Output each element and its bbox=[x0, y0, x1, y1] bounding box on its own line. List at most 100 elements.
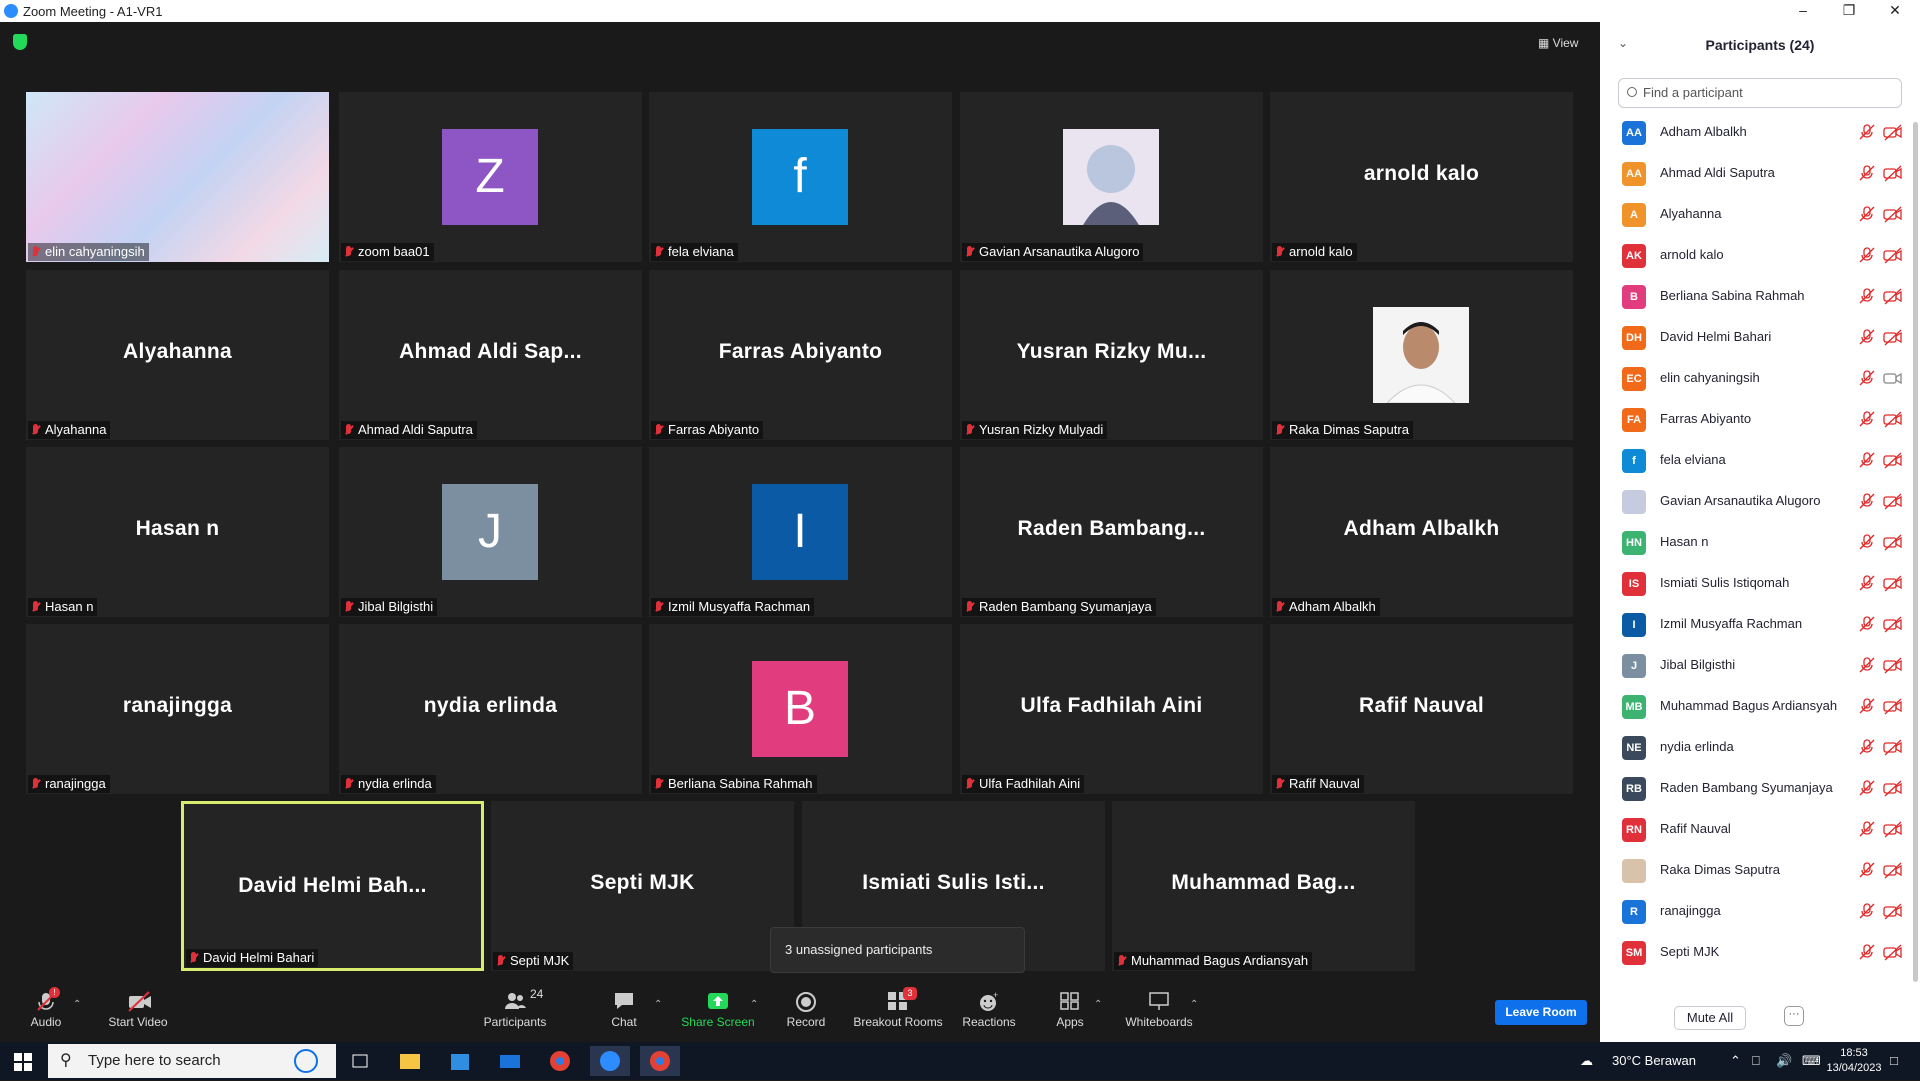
video-off-icon[interactable] bbox=[1883, 574, 1903, 592]
record-button[interactable]: Record bbox=[786, 975, 826, 1040]
audio-caret-icon[interactable]: ⌃ bbox=[73, 999, 81, 1010]
video-off-icon[interactable] bbox=[1883, 943, 1903, 961]
participant-row[interactable]: HN Hasan n bbox=[1600, 522, 1912, 563]
muted-mic-icon[interactable] bbox=[1858, 861, 1876, 879]
video-tile[interactable]: ranajingga ranajingga bbox=[26, 624, 329, 794]
participant-row[interactable]: Rranajingga bbox=[1600, 891, 1912, 932]
video-tile[interactable]: Farras Abiyanto Farras Abiyanto bbox=[649, 270, 952, 440]
muted-mic-icon[interactable] bbox=[1858, 205, 1876, 223]
muted-mic-icon[interactable] bbox=[1858, 410, 1876, 428]
whiteboards-caret-icon[interactable]: ⌃ bbox=[1190, 999, 1198, 1010]
muted-mic-icon[interactable] bbox=[1858, 369, 1876, 387]
video-tile[interactable]: David Helmi Bah... David Helmi Bahari bbox=[181, 801, 484, 971]
participant-row[interactable]: Raka Dimas Saputra bbox=[1600, 850, 1912, 891]
muted-mic-icon[interactable] bbox=[1858, 615, 1876, 633]
share-caret-icon[interactable]: ⌃ bbox=[750, 999, 758, 1010]
participant-row[interactable]: SM Septi MJK bbox=[1600, 932, 1912, 973]
muted-mic-icon[interactable] bbox=[1858, 779, 1876, 797]
network-icon[interactable]: ⎕ bbox=[1752, 1042, 1760, 1080]
video-tile[interactable]: Muhammad Bag... Muhammad Bagus Ardiansyah bbox=[1112, 801, 1415, 971]
video-tile[interactable]: I Izmil Musyaffa Rachman bbox=[649, 447, 952, 617]
participant-row[interactable]: RN Rafif Nauval bbox=[1600, 809, 1912, 850]
volume-icon[interactable]: 🔊 bbox=[1776, 1042, 1792, 1080]
video-tile[interactable]: Hasan n Hasan n bbox=[26, 447, 329, 617]
participant-row[interactable]: AK arnold kalo bbox=[1600, 235, 1912, 276]
video-off-icon[interactable] bbox=[1883, 205, 1903, 223]
whiteboards-button[interactable]: Whiteboards bbox=[1124, 975, 1194, 1040]
chrome-active-icon[interactable] bbox=[640, 1046, 680, 1076]
video-off-icon[interactable] bbox=[1883, 779, 1903, 797]
participant-row[interactable]: FA Farras Abiyanto bbox=[1600, 399, 1912, 440]
close-icon[interactable]: ✕ bbox=[1872, 0, 1918, 22]
weather-icon[interactable]: ☁ bbox=[1580, 1042, 1593, 1080]
maximize-icon[interactable]: ❐ bbox=[1826, 0, 1872, 22]
muted-mic-icon[interactable] bbox=[1858, 902, 1876, 920]
muted-mic-icon[interactable] bbox=[1858, 246, 1876, 264]
chat-caret-icon[interactable]: ⌃ bbox=[654, 999, 662, 1010]
participant-row[interactable]: EC elin cahyaningsih bbox=[1600, 358, 1912, 399]
video-tile[interactable]: Rafif Nauval Rafif Nauval bbox=[1270, 624, 1573, 794]
video-tile[interactable]: Zzoom baa01 bbox=[339, 92, 642, 262]
reactions-button[interactable]: + Reactions bbox=[960, 975, 1018, 1040]
chrome-icon[interactable] bbox=[544, 1046, 576, 1076]
language-icon[interactable]: ⌨ bbox=[1802, 1042, 1821, 1080]
muted-mic-icon[interactable] bbox=[1858, 574, 1876, 592]
bing-icon[interactable] bbox=[294, 1049, 318, 1073]
share-screen-button[interactable]: Share Screen bbox=[680, 975, 756, 1040]
video-off-icon[interactable] bbox=[1883, 820, 1903, 838]
notification-icon[interactable]: □ bbox=[1890, 1042, 1898, 1080]
start-video-button[interactable]: Start Video bbox=[105, 975, 171, 1040]
video-off-icon[interactable] bbox=[1883, 328, 1903, 346]
store-icon[interactable] bbox=[444, 1046, 476, 1076]
video-off-icon[interactable] bbox=[1883, 697, 1903, 715]
participant-row[interactable]: NE nydia erlinda bbox=[1600, 727, 1912, 768]
video-off-icon[interactable] bbox=[1883, 164, 1903, 182]
tray-chevron-icon[interactable]: ⌃ bbox=[1730, 1042, 1741, 1080]
video-tile[interactable]: Raka Dimas Saputra bbox=[1270, 270, 1573, 440]
muted-mic-icon[interactable] bbox=[1858, 451, 1876, 469]
participant-row[interactable]: I Izmil Musyaffa Rachman bbox=[1600, 604, 1912, 645]
file-explorer-icon[interactable] bbox=[394, 1046, 426, 1076]
zoom-taskbar-icon[interactable] bbox=[590, 1046, 630, 1076]
chat-button[interactable]: Chat bbox=[604, 975, 644, 1040]
video-tile[interactable]: f fela elviana bbox=[649, 92, 952, 262]
apps-button[interactable]: Apps bbox=[1054, 975, 1086, 1040]
muted-mic-icon[interactable] bbox=[1858, 287, 1876, 305]
participants-button[interactable]: 24 Participants bbox=[480, 975, 550, 1040]
participant-row[interactable]: f fela elviana bbox=[1600, 440, 1912, 481]
participant-row[interactable]: B Berliana Sabina Rahmah bbox=[1600, 276, 1912, 317]
muted-mic-icon[interactable] bbox=[1858, 697, 1876, 715]
video-tile[interactable]: Alyahanna Alyahanna bbox=[26, 270, 329, 440]
muted-mic-icon[interactable] bbox=[1858, 328, 1876, 346]
muted-mic-icon[interactable] bbox=[1858, 533, 1876, 551]
muted-mic-icon[interactable] bbox=[1858, 943, 1876, 961]
video-off-icon[interactable] bbox=[1883, 861, 1903, 879]
video-off-icon[interactable] bbox=[1883, 656, 1903, 674]
minimize-icon[interactable]: – bbox=[1780, 0, 1826, 22]
video-tile[interactable]: Septi MJK Septi MJK bbox=[491, 801, 794, 971]
video-tile[interactable]: Yusran Rizky Mu... Yusran Rizky Mulyadi bbox=[960, 270, 1263, 440]
participant-row[interactable]: A Alyahanna bbox=[1600, 194, 1912, 235]
video-tile[interactable]: nydia erlinda nydia erlinda bbox=[339, 624, 642, 794]
video-off-icon[interactable] bbox=[1883, 738, 1903, 756]
participant-row[interactable]: AA Adham Albalkh bbox=[1600, 112, 1912, 153]
task-view-icon[interactable] bbox=[344, 1046, 376, 1076]
video-off-icon[interactable] bbox=[1883, 615, 1903, 633]
weather-text[interactable]: 30°C Berawan bbox=[1612, 1042, 1696, 1080]
video-on-icon[interactable] bbox=[1883, 369, 1903, 387]
video-off-icon[interactable] bbox=[1883, 492, 1903, 510]
video-off-icon[interactable] bbox=[1883, 410, 1903, 428]
video-off-icon[interactable] bbox=[1883, 123, 1903, 141]
security-shield-icon[interactable] bbox=[13, 34, 27, 50]
video-off-icon[interactable] bbox=[1883, 451, 1903, 469]
video-tile[interactable]: arnold kalo arnold kalo bbox=[1270, 92, 1573, 262]
panel-scrollbar[interactable] bbox=[1913, 122, 1918, 982]
participant-row[interactable]: DH David Helmi Bahari bbox=[1600, 317, 1912, 358]
video-tile[interactable]: Raden Bambang... Raden Bambang Syumanjaya bbox=[960, 447, 1263, 617]
mute-all-button[interactable]: Mute All bbox=[1674, 1006, 1746, 1030]
clock[interactable]: 18:53 13/04/2023 bbox=[1824, 1046, 1884, 1076]
find-participant-input[interactable]: Find a participant bbox=[1618, 78, 1902, 108]
audio-button[interactable]: ! Audio bbox=[28, 975, 64, 1040]
video-tile[interactable]: elin cahyaningsih bbox=[26, 92, 329, 262]
apps-caret-icon[interactable]: ⌃ bbox=[1094, 999, 1102, 1010]
